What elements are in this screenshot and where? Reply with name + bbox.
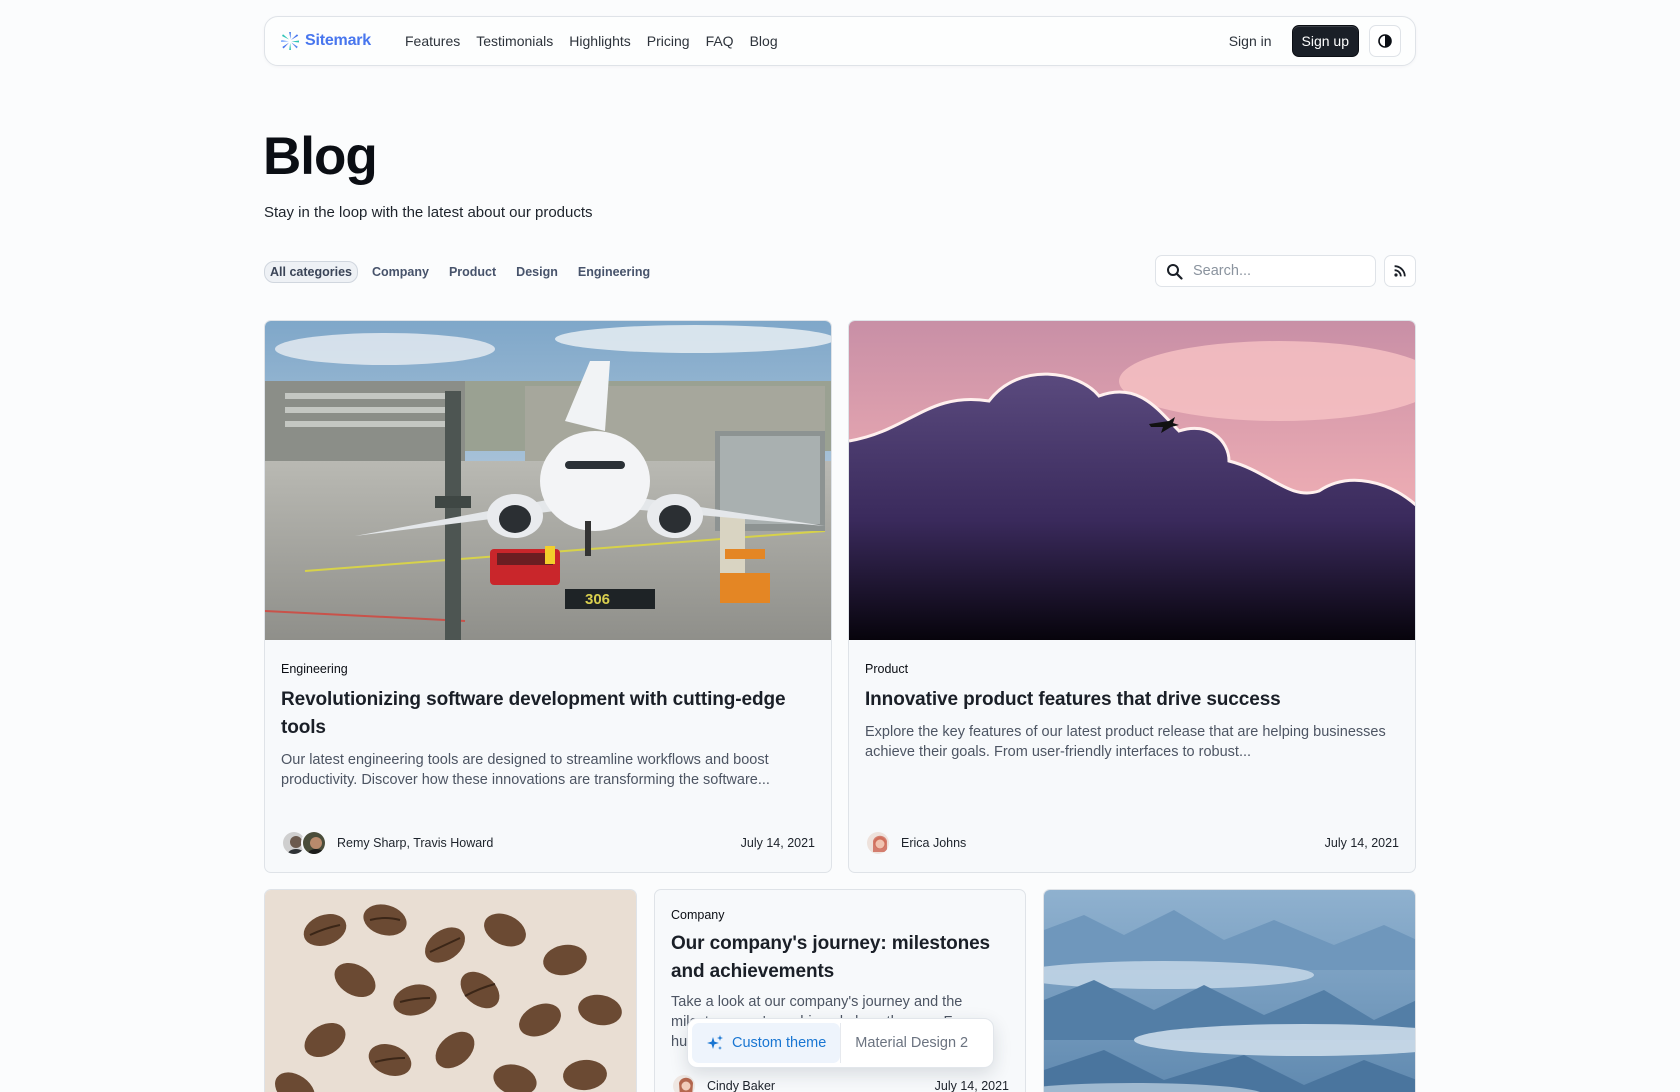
card-title[interactable]: Revolutionizing software development wit… bbox=[281, 686, 815, 742]
card-authors: Remy Sharp, Travis Howard bbox=[337, 836, 494, 850]
avatar bbox=[301, 830, 327, 856]
card-title[interactable]: Our company's journey: milestones and ac… bbox=[671, 930, 1009, 986]
nav-faq[interactable]: FAQ bbox=[698, 27, 742, 55]
card-date: July 14, 2021 bbox=[740, 836, 815, 850]
card-content: Product Innovative product features that… bbox=[865, 662, 1399, 762]
header-actions: Sign in Sign up bbox=[1219, 25, 1401, 57]
card-image-airplane: 306 bbox=[265, 321, 831, 640]
chip-product[interactable]: Product bbox=[443, 261, 502, 283]
author-avatars bbox=[865, 830, 891, 856]
card-description: Our latest engineering tools are designe… bbox=[281, 752, 770, 788]
nav-blog[interactable]: Blog bbox=[742, 27, 786, 55]
svg-text:306: 306 bbox=[585, 591, 610, 608]
card-tag: Engineering bbox=[281, 662, 348, 676]
card-title[interactable]: Innovative product features that drive s… bbox=[865, 686, 1399, 714]
nav-features[interactable]: Features bbox=[397, 27, 468, 55]
card-description: Explore the key features of our latest p… bbox=[865, 724, 1386, 760]
sparkles-icon bbox=[707, 1035, 723, 1050]
card-authors: Erica Johns bbox=[901, 836, 967, 850]
card-footer: Remy Sharp, Travis Howard July 14, 2021 bbox=[281, 830, 815, 856]
chip-company[interactable]: Company bbox=[366, 261, 435, 283]
avatar bbox=[671, 1073, 697, 1092]
author-avatars bbox=[281, 830, 327, 856]
author-avatars bbox=[671, 1073, 697, 1092]
chip-all-categories[interactable]: All categories bbox=[264, 261, 358, 283]
logo-text: Sitemark bbox=[305, 32, 371, 49]
theme-toggle-button[interactable] bbox=[1369, 25, 1401, 57]
card-date: July 14, 2021 bbox=[934, 1079, 1009, 1092]
card-image-mountains bbox=[1044, 890, 1415, 1092]
card-image-coffee-beans bbox=[265, 890, 636, 1092]
rss-feed-button[interactable] bbox=[1384, 255, 1416, 287]
nav-pricing[interactable]: Pricing bbox=[639, 27, 698, 55]
sitemark-logo-icon bbox=[281, 32, 299, 50]
main-nav: Features Testimonials Highlights Pricing… bbox=[397, 27, 786, 55]
search-icon bbox=[1167, 263, 1183, 280]
category-filter: All categories Company Product Design En… bbox=[264, 261, 656, 283]
card-content: Engineering Revolutionizing software dev… bbox=[281, 662, 815, 790]
card-authors: Cindy Baker bbox=[707, 1079, 776, 1092]
search-input[interactable] bbox=[1193, 263, 1363, 279]
sign-in-button[interactable]: Sign in bbox=[1219, 26, 1282, 56]
custom-theme-option[interactable]: Custom theme bbox=[692, 1023, 841, 1063]
page-title: Blog bbox=[263, 127, 378, 186]
card-image-sunset-clouds bbox=[849, 321, 1415, 640]
avatar bbox=[865, 830, 891, 856]
search-field[interactable] bbox=[1155, 255, 1376, 287]
sitemark-logo[interactable]: Sitemark bbox=[280, 31, 371, 51]
card-tag: Company bbox=[671, 908, 725, 922]
material-design-label: Material Design 2 bbox=[855, 1035, 969, 1051]
rss-feed-icon bbox=[1394, 265, 1406, 277]
half-moon-icon bbox=[1378, 34, 1392, 48]
card-footer: Cindy Baker July 14, 2021 bbox=[671, 1073, 1009, 1092]
nav-highlights[interactable]: Highlights bbox=[561, 27, 638, 55]
blog-card[interactable]: 306 Engineering Revolutionizing software… bbox=[264, 320, 832, 873]
chip-design[interactable]: Design bbox=[510, 261, 564, 283]
card-tag: Product bbox=[865, 662, 909, 676]
blog-card[interactable] bbox=[1043, 889, 1416, 1092]
theme-switcher: Custom theme Material Design 2 bbox=[687, 1018, 994, 1068]
card-footer: Erica Johns July 14, 2021 bbox=[865, 830, 1399, 856]
chip-engineering[interactable]: Engineering bbox=[572, 261, 656, 283]
card-date: July 14, 2021 bbox=[1324, 836, 1399, 850]
custom-theme-label: Custom theme bbox=[732, 1035, 827, 1051]
blog-card[interactable]: Product Innovative product features that… bbox=[848, 320, 1416, 873]
nav-testimonials[interactable]: Testimonials bbox=[468, 27, 561, 55]
app-bar: Sitemark Features Testimonials Highlight… bbox=[264, 16, 1416, 66]
material-design-option[interactable]: Material Design 2 bbox=[840, 1023, 982, 1063]
sign-up-button[interactable]: Sign up bbox=[1291, 25, 1359, 57]
page-subtitle: Stay in the loop with the latest about o… bbox=[264, 204, 593, 221]
blog-card[interactable] bbox=[264, 889, 637, 1092]
